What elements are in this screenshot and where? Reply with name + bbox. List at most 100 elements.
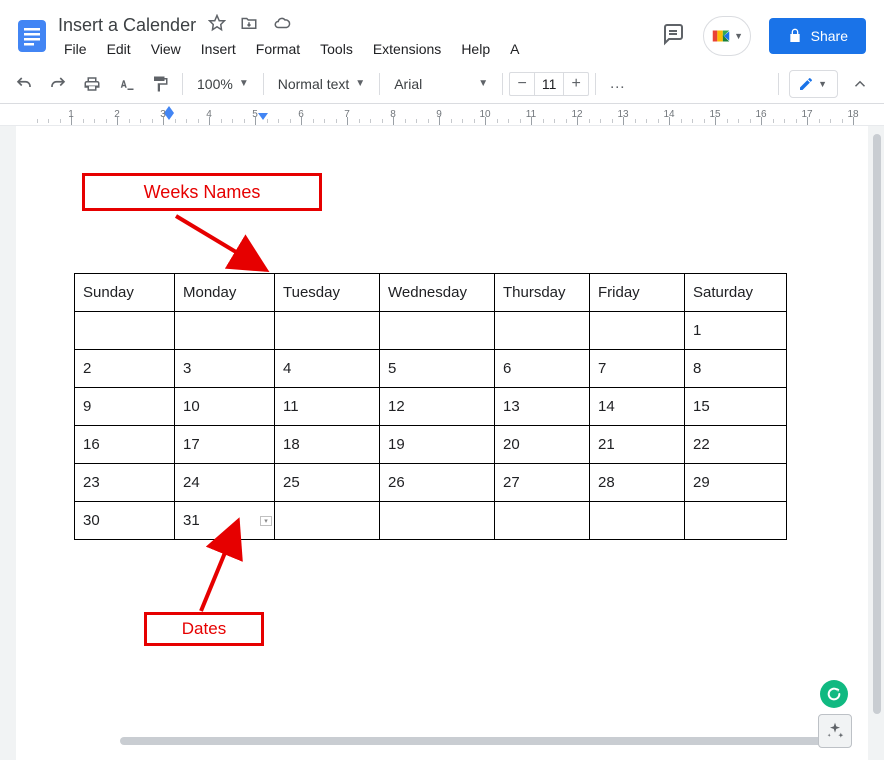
explore-button[interactable] <box>818 714 852 748</box>
vertical-scrollbar[interactable] <box>870 134 884 739</box>
calendar-cell[interactable]: 1 <box>685 312 787 350</box>
calendar-cell[interactable]: 2 <box>75 350 175 388</box>
collapse-toolbar-button[interactable] <box>844 70 876 98</box>
calendar-cell[interactable] <box>380 502 495 540</box>
calendar-cell[interactable] <box>275 502 380 540</box>
calendar-cell[interactable]: 7 <box>590 350 685 388</box>
print-button[interactable] <box>76 70 108 98</box>
day-header[interactable]: Tuesday <box>275 274 380 312</box>
calendar-cell[interactable] <box>495 502 590 540</box>
paint-format-button[interactable] <box>144 70 176 98</box>
day-header[interactable]: Thursday <box>495 274 590 312</box>
calendar-table[interactable]: Sunday Monday Tuesday Wednesday Thursday… <box>74 273 787 540</box>
calendar-cell[interactable]: 31▾ <box>175 502 275 540</box>
document-canvas: Weeks Names Sunday Monday Tuesday Wednes… <box>0 126 884 760</box>
calendar-cell[interactable]: 6 <box>495 350 590 388</box>
menu-insert[interactable]: Insert <box>193 37 244 61</box>
calendar-cell[interactable]: 16 <box>75 426 175 464</box>
toolbar-separator <box>379 73 380 95</box>
calendar-cell[interactable]: 5 <box>380 350 495 388</box>
calendar-cell[interactable]: 23 <box>75 464 175 502</box>
zoom-dropdown[interactable]: 100%▼ <box>189 70 257 98</box>
calendar-cell[interactable]: 26 <box>380 464 495 502</box>
docs-logo[interactable] <box>12 16 52 56</box>
calendar-cell[interactable]: 9 <box>75 388 175 426</box>
annotation-dates-label: Dates <box>182 619 226 639</box>
calendar-cell[interactable] <box>590 502 685 540</box>
calendar-cell[interactable] <box>75 312 175 350</box>
redo-button[interactable] <box>42 70 74 98</box>
day-header[interactable]: Saturday <box>685 274 787 312</box>
calendar-cell[interactable] <box>685 502 787 540</box>
calendar-cell[interactable]: 14 <box>590 388 685 426</box>
annotation-weeks-names: Weeks Names <box>82 173 322 211</box>
font-size-decrease[interactable]: − <box>510 75 534 93</box>
comments-icon[interactable] <box>661 22 685 51</box>
grammarly-icon[interactable] <box>820 680 848 708</box>
calendar-cell[interactable]: 17 <box>175 426 275 464</box>
calendar-cell[interactable]: 22 <box>685 426 787 464</box>
calendar-cell[interactable]: 28 <box>590 464 685 502</box>
horizontal-scrollbar[interactable] <box>120 737 860 747</box>
meet-button[interactable]: ▼ <box>703 16 751 56</box>
calendar-cell[interactable] <box>275 312 380 350</box>
calendar-row: 3031▾ <box>75 502 787 540</box>
day-header[interactable]: Sunday <box>75 274 175 312</box>
scrollbar-thumb[interactable] <box>120 737 840 745</box>
undo-button[interactable] <box>8 70 40 98</box>
calendar-cell[interactable]: 18 <box>275 426 380 464</box>
calendar-cell[interactable] <box>175 312 275 350</box>
calendar-cell[interactable]: 15 <box>685 388 787 426</box>
menu-format[interactable]: Format <box>248 37 308 61</box>
move-icon[interactable] <box>240 14 258 37</box>
calendar-row: 1 <box>75 312 787 350</box>
spellcheck-button[interactable] <box>110 70 142 98</box>
calendar-cell[interactable]: 13 <box>495 388 590 426</box>
calendar-cell[interactable]: 27 <box>495 464 590 502</box>
editing-mode-button[interactable]: ▼ <box>789 70 838 98</box>
cloud-icon[interactable] <box>272 14 292 37</box>
calendar-cell[interactable]: 30 <box>75 502 175 540</box>
calendar-cell[interactable]: 25 <box>275 464 380 502</box>
font-dropdown[interactable]: Arial▼ <box>386 70 496 98</box>
calendar-cell[interactable]: 11 <box>275 388 380 426</box>
calendar-cell[interactable] <box>380 312 495 350</box>
calendar-cell[interactable]: 12 <box>380 388 495 426</box>
day-header[interactable]: Wednesday <box>380 274 495 312</box>
document-title[interactable]: Insert a Calender <box>58 15 196 36</box>
calendar-cell[interactable]: 4 <box>275 350 380 388</box>
calendar-cell[interactable]: 20 <box>495 426 590 464</box>
more-tools-button[interactable]: … <box>602 70 634 98</box>
chevron-down-icon: ▼ <box>355 78 365 89</box>
calendar-cell[interactable]: 19 <box>380 426 495 464</box>
font-size-value[interactable]: 11 <box>534 73 564 95</box>
menu-view[interactable]: View <box>143 37 189 61</box>
horizontal-ruler[interactable]: 123456789101112131415161718 <box>0 104 884 126</box>
toolbar-separator <box>263 73 264 95</box>
page[interactable]: Weeks Names Sunday Monday Tuesday Wednes… <box>16 126 868 760</box>
menu-tools[interactable]: Tools <box>312 37 361 61</box>
font-value: Arial <box>394 76 422 92</box>
calendar-cell[interactable]: 3 <box>175 350 275 388</box>
calendar-cell[interactable]: 29 <box>685 464 787 502</box>
menu-overflow[interactable]: A <box>502 37 527 61</box>
font-size-increase[interactable]: + <box>564 75 588 93</box>
menu-extensions[interactable]: Extensions <box>365 37 449 61</box>
menu-help[interactable]: Help <box>453 37 498 61</box>
cell-dropdown-icon[interactable]: ▾ <box>260 516 272 526</box>
styles-dropdown[interactable]: Normal text▼ <box>270 70 373 98</box>
menu-file[interactable]: File <box>56 37 95 61</box>
calendar-cell[interactable]: 24 <box>175 464 275 502</box>
calendar-cell[interactable]: 21 <box>590 426 685 464</box>
toolbar-separator <box>502 73 503 95</box>
scrollbar-thumb[interactable] <box>873 134 881 714</box>
calendar-cell[interactable] <box>495 312 590 350</box>
calendar-cell[interactable]: 8 <box>685 350 787 388</box>
day-header[interactable]: Monday <box>175 274 275 312</box>
day-header[interactable]: Friday <box>590 274 685 312</box>
menu-edit[interactable]: Edit <box>99 37 139 61</box>
share-button[interactable]: Share <box>769 18 866 54</box>
star-icon[interactable] <box>208 14 226 37</box>
calendar-cell[interactable] <box>590 312 685 350</box>
calendar-cell[interactable]: 10 <box>175 388 275 426</box>
